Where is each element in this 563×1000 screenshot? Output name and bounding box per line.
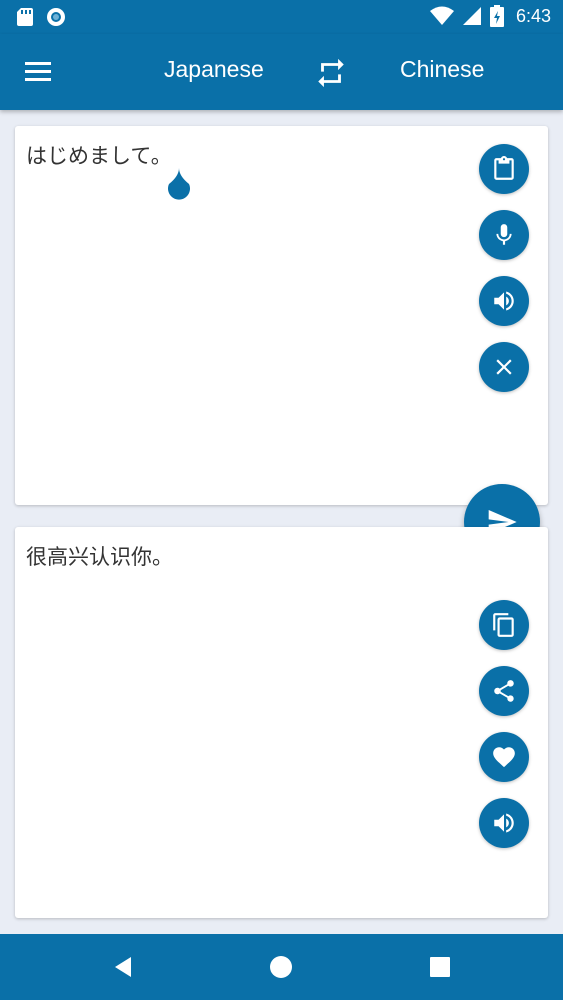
app-bar: Japanese Chinese [0,34,563,110]
back-icon [115,957,131,977]
menu-icon [25,62,51,81]
circle-notification-icon [47,8,65,26]
speaker-icon [494,291,514,311]
text-cursor-handle-icon[interactable] [165,166,193,200]
source-language-selector[interactable]: Japanese [164,56,264,83]
paste-icon [494,156,514,180]
target-speaker-button[interactable] [479,798,529,848]
share-button[interactable] [479,666,529,716]
source-text-card[interactable]: はじめまして。 [15,126,548,505]
sd-card-icon [17,8,33,26]
swap-icon [318,58,344,88]
microphone-button[interactable] [479,210,529,260]
source-text-input[interactable]: はじめまして。 [26,140,172,170]
microphone-icon [496,224,512,245]
back-button[interactable] [110,954,136,980]
favorite-icon [493,747,515,768]
recents-icon [430,957,450,977]
clear-button[interactable] [479,342,529,392]
home-button[interactable] [268,954,294,980]
status-time: 6:43 [515,5,551,26]
status-bar: 6:43 [0,0,563,34]
favorite-button[interactable] [479,732,529,782]
translated-text-card: 很高兴认识你。 [15,527,548,918]
signal-icon [462,7,481,25]
wifi-icon [429,6,454,25]
paste-button[interactable] [479,144,529,194]
share-icon [494,680,514,702]
target-language-selector[interactable]: Chinese [400,56,484,83]
speaker-icon [494,813,514,833]
clear-icon [496,359,512,375]
source-speaker-button[interactable] [479,276,529,326]
swap-languages-button[interactable] [314,56,348,90]
battery-icon [489,5,504,27]
system-navigation-bar [0,934,563,1000]
home-icon [270,956,292,978]
menu-button[interactable] [22,58,54,86]
translated-text: 很高兴认识你。 [26,545,173,569]
copy-button[interactable] [479,600,529,650]
copy-icon [493,613,514,637]
recents-button[interactable] [427,954,453,980]
